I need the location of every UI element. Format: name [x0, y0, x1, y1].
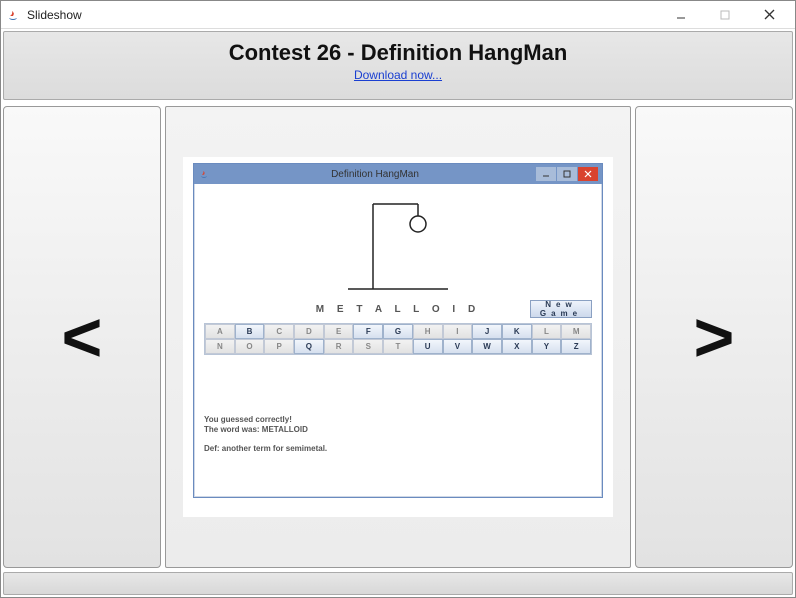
slideshow-window: Slideshow Contest 26 - Definition HangMa… — [0, 0, 796, 598]
letter-i: I — [443, 324, 473, 339]
letter-s: S — [353, 339, 383, 354]
header-panel: Contest 26 - Definition HangMan Download… — [3, 31, 793, 100]
prev-button[interactable]: < — [3, 106, 161, 568]
inner-titlebar: Definition HangMan — [194, 164, 602, 184]
download-link[interactable]: Download now... — [354, 68, 442, 82]
result-line1: You guessed correctly! — [204, 415, 292, 424]
letter-v[interactable]: V — [443, 339, 473, 354]
java-icon — [5, 7, 21, 23]
maximize-button[interactable] — [703, 2, 747, 28]
hangman-window: Definition HangMan — [193, 163, 603, 498]
letter-z[interactable]: Z — [561, 339, 591, 354]
letter-k[interactable]: K — [502, 324, 532, 339]
inner-stage: Definition HangMan — [183, 157, 613, 517]
word-row: M E T A L L O I D New Game — [204, 304, 592, 315]
letter-n: N — [205, 339, 235, 354]
letter-y[interactable]: Y — [532, 339, 562, 354]
next-button[interactable]: > — [635, 106, 793, 568]
outer-window-title: Slideshow — [27, 8, 659, 22]
letter-e: E — [324, 324, 354, 339]
result-line3: Def: another term for semimetal. — [204, 444, 327, 453]
letter-h: H — [413, 324, 443, 339]
letter-r: R — [324, 339, 354, 354]
inner-body: M E T A L L O I D New Game ABCDEFGHIJKLM… — [194, 184, 602, 462]
letter-c: C — [264, 324, 294, 339]
slide-content: Definition HangMan — [165, 106, 631, 568]
letter-g[interactable]: G — [383, 324, 413, 339]
letter-o: O — [235, 339, 265, 354]
letter-p: P — [264, 339, 294, 354]
letter-w[interactable]: W — [472, 339, 502, 354]
minimize-button[interactable] — [659, 2, 703, 28]
letter-d: D — [294, 324, 324, 339]
letter-a: A — [205, 324, 235, 339]
letter-f[interactable]: F — [353, 324, 383, 339]
letter-m: M — [561, 324, 591, 339]
letter-b[interactable]: B — [235, 324, 265, 339]
inner-maximize-button[interactable] — [557, 167, 577, 181]
inner-window-controls — [536, 167, 598, 181]
outer-window-controls — [659, 2, 791, 28]
letter-q[interactable]: Q — [294, 339, 324, 354]
inner-close-button[interactable] — [578, 167, 598, 181]
inner-minimize-button[interactable] — [536, 167, 556, 181]
letter-u[interactable]: U — [413, 339, 443, 354]
letter-grid: ABCDEFGHIJKLM NOPQRSTUVWXYZ — [204, 323, 592, 355]
gallows-drawing — [204, 194, 592, 294]
letter-x[interactable]: X — [502, 339, 532, 354]
inner-window-title: Definition HangMan — [214, 169, 536, 180]
revealed-word: M E T A L L O I D — [316, 304, 480, 315]
page-title: Contest 26 - Definition HangMan — [4, 40, 792, 66]
outer-titlebar: Slideshow — [1, 1, 795, 29]
new-game-button[interactable]: New Game — [530, 300, 592, 318]
middle-row: < Definition HangMan — [1, 102, 795, 572]
letter-j[interactable]: J — [472, 324, 502, 339]
footer-panel — [3, 572, 793, 595]
result-text: You guessed correctly! The word was: MET… — [204, 415, 592, 454]
java-icon — [198, 168, 210, 180]
letter-l: L — [532, 324, 562, 339]
result-line2: The word was: METALLOID — [204, 425, 308, 434]
close-button[interactable] — [747, 2, 791, 28]
letter-t: T — [383, 339, 413, 354]
